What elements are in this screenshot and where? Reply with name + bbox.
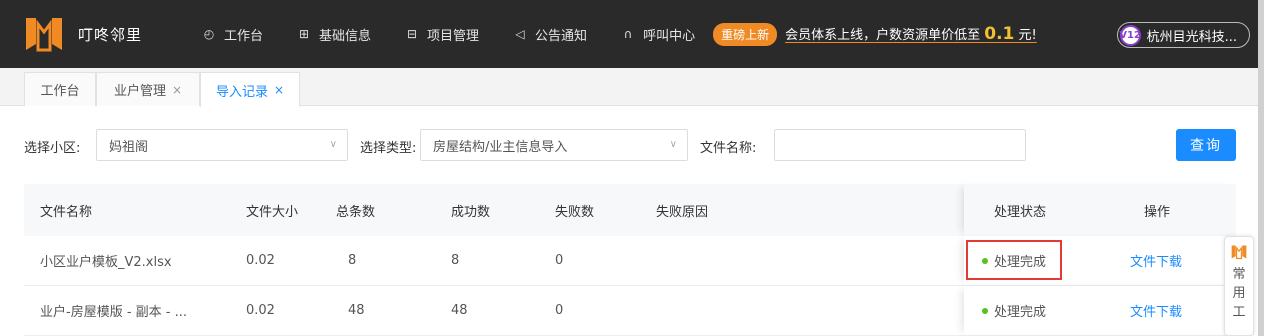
- window-scrollbar[interactable]: [1258, 0, 1264, 336]
- nav-item-label: 公告通知: [535, 28, 588, 44]
- status-text: 处理完成: [994, 305, 1047, 320]
- tab-import-records[interactable]: 导入记录 ×: [200, 72, 300, 107]
- nav-item-call-center[interactable]: ∩ 呼叫中心: [621, 25, 695, 44]
- main-nav: ◴ 工作台 ⊞ 基础信息 ⊟ 项目管理 ◁ 公告通知 ∩ 呼叫中心 重磅上新 会…: [202, 22, 1037, 46]
- column-header: 操作: [1144, 204, 1171, 220]
- nav-item-label: 基础信息: [319, 28, 372, 44]
- column-header: 失败原因: [656, 204, 709, 220]
- company-name: 杭州目光科技...: [1146, 29, 1237, 45]
- grid-icon: ⊞: [298, 27, 310, 41]
- promo-link[interactable]: 会员体系上线，户数资源单价低至 0.1 元!: [785, 24, 1037, 44]
- status-dot-icon: [982, 307, 988, 314]
- column-header: 文件大小: [246, 204, 299, 220]
- common-tools-panel[interactable]: 常 用 工: [1224, 236, 1254, 336]
- type-label: 选择类型:: [360, 141, 417, 156]
- table-header: 文件名称 文件大小 总条数 成功数 失败数 失败原因 处理状态 操作: [24, 184, 1236, 236]
- promo-text-before: 会员体系上线，户数资源单价低至: [785, 28, 981, 43]
- nav-item-label: 呼叫中心: [643, 28, 696, 44]
- vip-badge-icon: V12: [1119, 24, 1141, 46]
- side-tool-label: 常: [1232, 267, 1246, 282]
- clock-icon: ◴: [203, 27, 215, 41]
- success-count-cell: 8: [451, 253, 460, 268]
- download-file-link[interactable]: 文件下载: [1130, 286, 1182, 335]
- column-header: 文件名称: [40, 204, 93, 220]
- fixed-columns: 处理完成 文件下载: [964, 286, 1236, 335]
- column-header: 总条数: [336, 204, 376, 220]
- nav-item-project-management[interactable]: ⊟ 项目管理: [405, 25, 479, 44]
- community-label: 选择小区:: [24, 141, 81, 156]
- file-size-cell: 0.02: [246, 303, 275, 318]
- side-tool-label: 工: [1232, 305, 1246, 320]
- nav-item-workbench[interactable]: ◴ 工作台: [202, 25, 263, 44]
- top-navbar: 叮咚邻里 ◴ 工作台 ⊞ 基础信息 ⊟ 项目管理 ◁ 公告通知 ∩ 呼叫中心 重…: [0, 0, 1258, 68]
- column-header: 失败数: [555, 204, 595, 220]
- table-row: 业户-房屋模版 - 副本 - ... 0.02 48 48 0 处理完成 文件下…: [24, 286, 1236, 336]
- tab-label: 业户管理: [113, 84, 166, 99]
- nav-item-label: 工作台: [224, 28, 264, 44]
- side-tool-label: 用: [1232, 286, 1246, 301]
- query-button[interactable]: 查询: [1176, 129, 1236, 161]
- logo-icon: [1231, 245, 1247, 260]
- nav-item-label: 项目管理: [427, 28, 480, 44]
- nav-item-basic-info[interactable]: ⊞ 基础信息: [297, 25, 371, 44]
- app-window: 叮咚邻里 ◴ 工作台 ⊞ 基础信息 ⊟ 项目管理 ◁ 公告通知 ∩ 呼叫中心 重…: [0, 0, 1264, 336]
- type-select[interactable]: 房屋结构/业主信息导入 ∨: [420, 129, 688, 161]
- company-switcher[interactable]: V12 杭州目光科技...: [1116, 22, 1250, 48]
- filename-label: 文件名称:: [700, 141, 757, 156]
- highlight-annotation-box: [966, 240, 1062, 280]
- brand-logo[interactable]: 叮咚邻里: [22, 14, 182, 54]
- filter-bar: 选择小区: 妈祖阁 ∨ 选择类型: 房屋结构/业主信息导入 ∨ 文件名称: 查询: [0, 129, 1258, 161]
- community-select-value: 妈祖阁: [109, 139, 149, 155]
- filename-input[interactable]: [774, 129, 1026, 161]
- list-icon: ⊟: [407, 27, 418, 41]
- chevron-down-icon: ∨: [669, 139, 677, 150]
- close-icon[interactable]: ×: [274, 83, 284, 97]
- nav-item-announcements[interactable]: ◁ 公告通知: [513, 25, 587, 44]
- file-name-cell: 小区业户模板_V2.xlsx: [40, 255, 172, 270]
- app-name: 叮咚邻里: [78, 25, 143, 44]
- tab-label: 导入记录: [215, 84, 268, 100]
- success-count-cell: 48: [451, 303, 468, 318]
- total-count-cell: 8: [348, 253, 357, 268]
- total-count-cell: 48: [348, 303, 365, 318]
- tab-bar: 工作台 业户管理 × 导入记录 ×: [0, 68, 1258, 107]
- tab-label: 工作台: [40, 84, 80, 99]
- logo-icon: [26, 18, 62, 52]
- headset-icon: ∩: [623, 27, 633, 41]
- column-header: 成功数: [451, 204, 491, 220]
- file-name-cell: 业户-房屋模版 - 副本 - ...: [40, 305, 187, 320]
- column-header: 处理状态: [994, 204, 1047, 220]
- community-select[interactable]: 妈祖阁 ∨: [96, 129, 348, 161]
- failed-count-cell: 0: [555, 253, 564, 268]
- tab-resident-management[interactable]: 业户管理 ×: [96, 72, 200, 106]
- file-size-cell: 0.02: [246, 253, 275, 268]
- status-cell: 处理完成: [982, 286, 1046, 335]
- failed-count-cell: 0: [555, 303, 564, 318]
- promo-badge[interactable]: 重磅上新: [713, 22, 778, 46]
- tab-workbench[interactable]: 工作台: [24, 72, 96, 106]
- fixed-columns: 处理状态 操作: [964, 184, 1236, 236]
- megaphone-icon: ◁: [515, 27, 525, 41]
- close-icon[interactable]: ×: [172, 83, 182, 97]
- chevron-down-icon: ∨: [329, 139, 337, 150]
- download-file-link[interactable]: 文件下载: [1130, 236, 1182, 285]
- promo-text-after: 元!: [1018, 28, 1037, 43]
- promo-price: 0.1: [984, 24, 1015, 44]
- type-select-value: 房屋结构/业主信息导入: [433, 139, 568, 155]
